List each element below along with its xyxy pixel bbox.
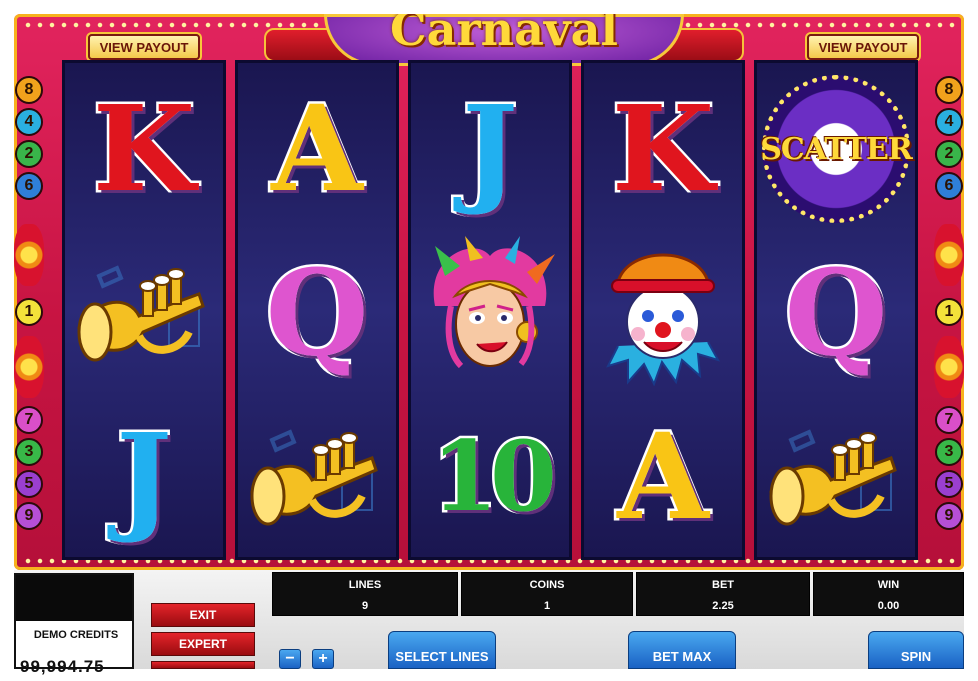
payline-badge[interactable]: 5 (935, 470, 963, 498)
control-panel: DEMO CREDITS 99,994.75 EXIT EXPERT LINES… (14, 570, 964, 676)
reel-symbol (65, 231, 223, 395)
reel-5: SCATTER Q (754, 60, 918, 560)
menu-button[interactable] (151, 661, 255, 669)
symbol-k: K (90, 79, 198, 218)
symbol-10: 10 (429, 420, 560, 533)
symbol-q: Q (263, 243, 371, 382)
reel-symbol: K (65, 67, 223, 231)
payline-badge[interactable]: 4 (15, 108, 43, 136)
reel-symbol: 10 (411, 395, 569, 559)
reel-symbol (584, 231, 742, 395)
bet-max-button[interactable]: BET MAX (628, 631, 736, 669)
payline-badge[interactable]: 9 (935, 502, 963, 530)
scatter-icon: SCATTER (760, 75, 913, 223)
symbol-k: K (609, 79, 717, 218)
credits-value: 99,994.75 (20, 657, 105, 676)
slot-machine-frame: VIEW PAYOUT VIEW PAYOUT Carnaval 8 4 2 6 1 7 3… (14, 14, 964, 570)
payline-badge[interactable]: 2 (15, 140, 43, 168)
win-label: WIN (877, 579, 900, 591)
reel-3: J 10 (408, 60, 572, 560)
reel-symbol: J (411, 67, 569, 231)
symbol-a: A (615, 407, 712, 546)
bet-label: BET (712, 579, 734, 591)
payline-badge[interactable]: 1 (15, 298, 43, 326)
clown-icon (588, 236, 738, 391)
payline-badge[interactable]: 2 (935, 140, 963, 168)
symbol-j: J (460, 79, 521, 218)
view-payout-button-right[interactable]: VIEW PAYOUT (807, 34, 919, 60)
symbol-q: Q (782, 243, 890, 382)
ornament-deco-bottom (14, 336, 44, 398)
symbol-a: A (269, 79, 366, 218)
reel-symbol: K (584, 67, 742, 231)
reel-symbol: Q (757, 231, 915, 395)
reel-symbol: J (65, 395, 223, 559)
payline-badge[interactable]: 3 (935, 438, 963, 466)
win-value: 0.00 (877, 600, 900, 612)
lines-value: 9 (361, 600, 369, 612)
ornament-deco-top (14, 224, 44, 286)
reel-symbol (757, 395, 915, 559)
reel-symbol: A (584, 395, 742, 559)
lines-label: LINES (348, 579, 382, 591)
payline-badge[interactable]: 6 (15, 172, 43, 200)
coins-value: 1 (543, 600, 551, 612)
reel-4: K A (581, 60, 745, 560)
payline-badges-left: 8 4 2 6 1 7 3 5 9 (14, 74, 44, 554)
payline-badge[interactable]: 6 (935, 172, 963, 200)
reel-symbol: Q (238, 231, 396, 395)
reel-1: K J (62, 60, 226, 560)
payline-badge[interactable]: 7 (935, 406, 963, 434)
credits-label: DEMO CREDITS (33, 629, 119, 641)
carnival-dancer-icon (415, 235, 565, 391)
payline-badge[interactable]: 4 (935, 108, 963, 136)
ornament-deco-bottom (934, 336, 964, 398)
payline-badge[interactable]: 1 (935, 298, 963, 326)
payline-badge[interactable]: 5 (15, 470, 43, 498)
bet-value: 2.25 (712, 600, 734, 612)
increase-lines-button[interactable]: + (312, 649, 334, 669)
spin-button[interactable]: SPIN (868, 631, 964, 669)
credits-display: DEMO CREDITS 99,994.75 (14, 573, 134, 676)
ornament-deco-top (934, 224, 964, 286)
payline-badge[interactable]: 8 (935, 76, 963, 104)
game-title: Carnaval (390, 14, 618, 56)
select-lines-button[interactable]: SELECT LINES (388, 631, 496, 669)
expert-button[interactable]: EXPERT (151, 632, 255, 656)
exit-button[interactable]: EXIT (151, 603, 255, 627)
reel-2: AQ (235, 60, 399, 560)
credits-screen (16, 575, 132, 621)
payline-badge[interactable]: 9 (15, 502, 43, 530)
view-payout-button-left[interactable]: VIEW PAYOUT (88, 34, 200, 60)
payline-badges-right: 8 4 2 6 1 7 3 5 9 (934, 74, 964, 554)
reel-symbol: A (238, 67, 396, 231)
coins-display: COINS 1 (461, 572, 633, 616)
reel-symbol (238, 395, 396, 559)
win-display: WIN 0.00 (813, 572, 964, 616)
reel-symbol (411, 231, 569, 395)
coins-label: COINS (529, 579, 565, 591)
trumpet-icon (69, 236, 219, 391)
payline-badge[interactable]: 7 (15, 406, 43, 434)
payline-badge[interactable]: 8 (15, 76, 43, 104)
decrease-lines-button[interactable]: − (279, 649, 301, 669)
bet-display: BET 2.25 (636, 572, 810, 616)
scatter-label: SCATTER (760, 131, 913, 167)
symbol-j: J (114, 407, 175, 546)
reels-area: K JAQ J 10 K A SCATTER Q (62, 60, 920, 560)
lines-display: LINES 9 (272, 572, 458, 616)
payline-badge[interactable]: 3 (15, 438, 43, 466)
trumpet-icon (242, 400, 392, 555)
trumpet-icon (761, 400, 911, 555)
reel-symbol: SCATTER (757, 67, 915, 231)
